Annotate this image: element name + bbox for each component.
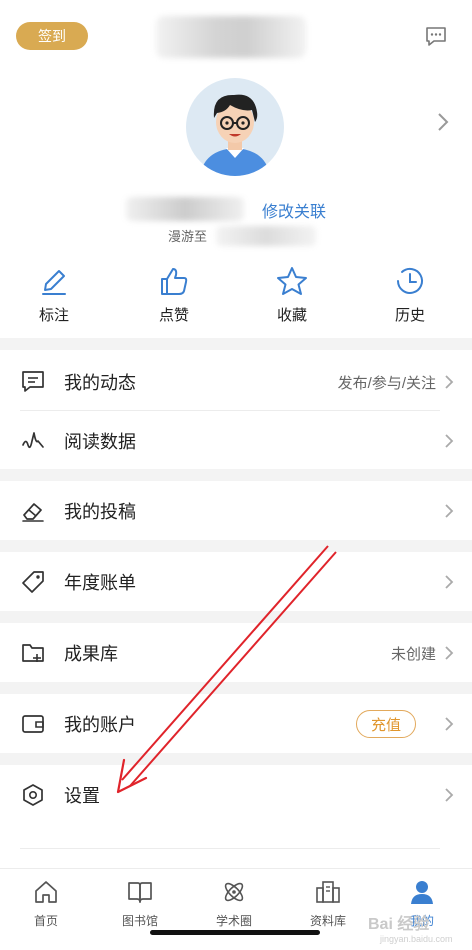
wallet-icon	[22, 715, 44, 733]
quick-action-history[interactable]: 历史	[370, 264, 450, 325]
menu-detail: 发布/参与/关注	[337, 374, 436, 392]
menu-label: 设置	[64, 786, 100, 806]
avatar[interactable]	[186, 78, 284, 176]
history-clock-icon	[397, 267, 423, 294]
eraser-icon	[22, 503, 44, 522]
tab-label: 图书馆	[121, 914, 158, 928]
menu-results-library[interactable]: 成果库 未创建	[0, 623, 472, 683]
section-gap	[0, 682, 472, 694]
recharge-button[interactable]: 充值	[356, 710, 416, 738]
thumbs-up-icon	[161, 268, 188, 295]
quick-action-favorite[interactable]: 收藏	[252, 264, 332, 325]
menu-my-activity[interactable]: 我的动态 发布/参与/关注	[0, 352, 472, 412]
tab-database[interactable]: 资料库	[288, 878, 368, 929]
settings-hexagon-icon	[23, 784, 43, 806]
chevron-right-icon	[445, 717, 454, 731]
menu-label: 我的投稿	[64, 502, 136, 522]
blurred-username	[126, 197, 244, 221]
menu-label: 我的动态	[64, 373, 136, 393]
home-indicator	[150, 930, 320, 935]
menu-my-account[interactable]: 我的账户 充值	[0, 694, 472, 754]
blurred-title	[156, 16, 306, 58]
menu-label: 成果库	[64, 644, 118, 664]
chevron-right-icon[interactable]	[436, 112, 450, 132]
chevron-right-icon	[445, 646, 454, 660]
menu-detail: 未创建	[390, 645, 436, 663]
tab-library[interactable]: 图书馆	[100, 878, 180, 929]
chevron-right-icon	[445, 504, 454, 518]
speech-bubble-icon	[22, 371, 44, 392]
menu-reading-data[interactable]: 阅读数据	[0, 411, 472, 471]
blurred-roam-target	[216, 226, 316, 246]
menu-my-submissions[interactable]: 我的投稿	[0, 481, 472, 541]
tab-home[interactable]: 首页	[6, 878, 86, 929]
menu-label: 我的账户	[64, 715, 136, 735]
tag-icon	[22, 571, 44, 593]
tab-academic-circle[interactable]: 学术圈	[194, 878, 274, 929]
quick-action-label: 标注	[38, 307, 69, 324]
book-icon	[128, 882, 152, 903]
home-icon	[35, 881, 57, 903]
watermark: Bai 经验	[368, 916, 430, 933]
menu-label: 年度账单	[64, 573, 136, 593]
chevron-right-icon	[445, 788, 454, 802]
chevron-right-icon	[445, 434, 454, 448]
quick-action-label: 点赞	[158, 307, 189, 324]
chevron-right-icon	[445, 575, 454, 589]
tab-label: 学术圈	[215, 914, 252, 928]
menu-label: 阅读数据	[64, 432, 136, 452]
buildings-icon	[316, 881, 340, 903]
section-gap	[0, 540, 472, 552]
quick-action-label: 收藏	[276, 307, 307, 324]
quick-action-annotate[interactable]: 标注	[14, 264, 94, 325]
pencil-icon	[42, 270, 66, 295]
checkin-button[interactable]: 签到	[16, 22, 88, 50]
message-icon[interactable]	[424, 24, 448, 48]
quick-action-like[interactable]: 点赞	[134, 264, 214, 325]
roam-label: 漫游至	[168, 229, 208, 244]
tab-label: 资料库	[309, 914, 346, 928]
star-icon	[277, 267, 307, 295]
menu-annual-bill[interactable]: 年度账单	[0, 552, 472, 612]
atom-icon	[224, 882, 244, 902]
section-gap	[0, 753, 472, 765]
chevron-right-icon	[445, 375, 454, 389]
section-gap	[0, 338, 472, 350]
user-icon	[411, 881, 433, 904]
watermark-url: jingyan.baidu.com	[380, 934, 453, 944]
pulse-line-icon	[22, 432, 44, 449]
menu-settings[interactable]: 设置	[0, 765, 472, 825]
edit-association-link[interactable]: 修改关联	[262, 198, 326, 222]
tab-label: 首页	[33, 914, 58, 928]
quick-action-label: 历史	[394, 307, 425, 324]
divider	[20, 848, 440, 849]
section-gap	[0, 611, 472, 623]
folder-add-icon	[22, 644, 44, 662]
section-gap	[0, 469, 472, 481]
